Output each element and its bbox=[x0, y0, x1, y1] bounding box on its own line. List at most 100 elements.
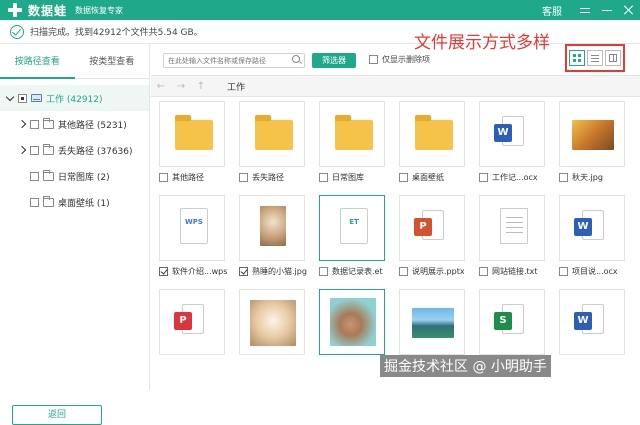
file-item[interactable]: 熟睡的小猫.jpg bbox=[239, 195, 313, 277]
forward-arrow-icon[interactable]: → bbox=[171, 81, 191, 92]
file-item[interactable]: 其他路径 bbox=[159, 101, 233, 183]
file-thumbnail[interactable] bbox=[239, 195, 305, 261]
file-item[interactable] bbox=[319, 289, 393, 355]
tree-checkbox[interactable] bbox=[30, 171, 39, 181]
file-thumbnail[interactable] bbox=[399, 289, 465, 355]
only-deleted-toggle[interactable]: 仅显示删除项 bbox=[369, 54, 430, 65]
tab-by-type[interactable]: 按类型查看 bbox=[74, 45, 149, 79]
file-checkbox[interactable] bbox=[239, 267, 248, 276]
photo-thumbnail bbox=[572, 120, 614, 150]
drive-icon bbox=[31, 94, 42, 102]
search-icon[interactable] bbox=[292, 55, 300, 63]
check-circle-icon bbox=[10, 24, 24, 39]
search-input[interactable] bbox=[163, 53, 305, 68]
file-thumbnail[interactable] bbox=[239, 101, 305, 167]
file-thumbnail[interactable]: P bbox=[159, 289, 225, 355]
detail-icon bbox=[609, 54, 617, 62]
app-subtitle: 数据恢复专家 bbox=[75, 5, 124, 15]
file-checkbox[interactable] bbox=[559, 173, 568, 182]
file-checkbox[interactable] bbox=[159, 173, 168, 182]
file-thumbnail[interactable] bbox=[559, 101, 625, 167]
close-icon[interactable] bbox=[624, 5, 634, 15]
file-checkbox[interactable] bbox=[319, 267, 328, 276]
pdf-icon: P bbox=[174, 312, 192, 330]
file-name: 其他路径 bbox=[172, 173, 204, 182]
file-thumbnail[interactable]: S bbox=[479, 289, 545, 355]
file-item[interactable]: 丢失路径 bbox=[239, 101, 313, 183]
menu-icon[interactable] bbox=[580, 5, 590, 15]
view-mode-switcher bbox=[565, 44, 625, 72]
file-item[interactable]: 秋天.jpg bbox=[559, 101, 633, 183]
file-thumbnail[interactable]: WPS bbox=[159, 195, 225, 261]
chevron-right-icon[interactable] bbox=[18, 120, 26, 128]
file-checkbox[interactable] bbox=[399, 173, 408, 182]
folder-icon bbox=[255, 115, 293, 150]
file-checkbox[interactable] bbox=[479, 267, 488, 276]
up-arrow-icon[interactable]: ↑ bbox=[191, 81, 211, 92]
tree-checkbox[interactable] bbox=[30, 197, 39, 207]
file-item[interactable]: W bbox=[559, 289, 633, 355]
back-arrow-icon[interactable]: ← bbox=[151, 81, 171, 92]
file-item[interactable]: P bbox=[159, 289, 233, 355]
only-deleted-label: 仅显示删除项 bbox=[382, 55, 430, 64]
file-thumbnail[interactable]: W bbox=[559, 289, 625, 355]
file-thumbnail[interactable]: W bbox=[479, 101, 545, 167]
file-checkbox[interactable] bbox=[399, 267, 408, 276]
filter-button[interactable]: 筛选器 bbox=[312, 53, 356, 68]
tree-item-wallpaper[interactable]: 桌面壁纸 (1) bbox=[0, 189, 149, 215]
tree-checkbox[interactable] bbox=[30, 119, 39, 129]
file-item[interactable] bbox=[239, 289, 313, 355]
file-thumbnail[interactable]: ET bbox=[319, 195, 385, 261]
tree-checkbox[interactable] bbox=[18, 93, 27, 103]
folder-icon bbox=[415, 115, 453, 150]
file-checkbox[interactable] bbox=[559, 267, 568, 276]
file-thumbnail[interactable]: W bbox=[559, 195, 625, 261]
chevron-right-icon[interactable] bbox=[18, 146, 26, 154]
file-item[interactable]: S bbox=[479, 289, 553, 355]
file-item[interactable]: P 说明展示.pptx bbox=[399, 195, 473, 277]
grid-view-button[interactable] bbox=[569, 50, 585, 66]
file-name: 秋天.jpg bbox=[572, 173, 603, 182]
tree-item-other-paths[interactable]: 其他路径 (5231) bbox=[0, 111, 149, 137]
file-item[interactable]: W 工作记...ocx bbox=[479, 101, 553, 183]
only-deleted-checkbox[interactable] bbox=[369, 55, 378, 64]
file-thumbnail[interactable] bbox=[319, 101, 385, 167]
file-thumbnail[interactable] bbox=[319, 289, 385, 355]
file-thumbnail[interactable] bbox=[399, 101, 465, 167]
back-button[interactable]: 返回 bbox=[12, 405, 102, 425]
chevron-down-icon[interactable] bbox=[6, 94, 14, 102]
tree-item-label: 工作 (42912) bbox=[46, 94, 103, 105]
file-caption: 丢失路径 bbox=[239, 172, 313, 183]
file-item[interactable]: 网站链接.txt bbox=[479, 195, 553, 277]
wps-doc-icon bbox=[180, 208, 208, 244]
file-item[interactable]: W 项目说...ocx bbox=[559, 195, 633, 277]
minimize-icon[interactable] bbox=[602, 5, 612, 15]
tree-item-daily-gallery[interactable]: 日常图库 (2) bbox=[0, 163, 149, 189]
list-view-button[interactable] bbox=[587, 50, 603, 66]
file-name: 工作记...ocx bbox=[492, 173, 538, 182]
file-thumbnail[interactable] bbox=[479, 195, 545, 261]
file-checkbox[interactable] bbox=[159, 267, 168, 276]
file-thumbnail[interactable]: P bbox=[399, 195, 465, 261]
tab-by-path[interactable]: 按路径查看 bbox=[0, 45, 75, 79]
tree-item-root[interactable]: 工作 (42912) bbox=[0, 85, 149, 111]
customer-service-link[interactable]: 客服 bbox=[542, 3, 562, 18]
file-item[interactable]: 桌面壁纸 bbox=[399, 101, 473, 183]
spreadsheet-icon: S bbox=[494, 312, 512, 330]
tree-item-lost-paths[interactable]: 丢失路径 (37636) bbox=[0, 137, 149, 163]
file-caption: 项目说...ocx bbox=[559, 266, 633, 277]
file-thumbnail[interactable] bbox=[239, 289, 305, 355]
file-checkbox[interactable] bbox=[319, 173, 328, 182]
file-item[interactable] bbox=[399, 289, 473, 355]
photo-thumbnail bbox=[250, 300, 296, 346]
file-checkbox[interactable] bbox=[239, 173, 248, 182]
file-checkbox[interactable] bbox=[479, 173, 488, 182]
file-item[interactable]: WPS 软件介绍...wps bbox=[159, 195, 233, 277]
tree-checkbox[interactable] bbox=[30, 145, 39, 155]
detail-view-button[interactable] bbox=[605, 50, 621, 66]
file-item[interactable]: 日常图库 bbox=[319, 101, 393, 183]
file-thumbnail[interactable] bbox=[159, 101, 225, 167]
file-item[interactable]: ET 数据记录表.et bbox=[319, 195, 393, 277]
file-name: 网站链接.txt bbox=[492, 267, 538, 276]
file-caption: 说明展示.pptx bbox=[399, 266, 473, 277]
